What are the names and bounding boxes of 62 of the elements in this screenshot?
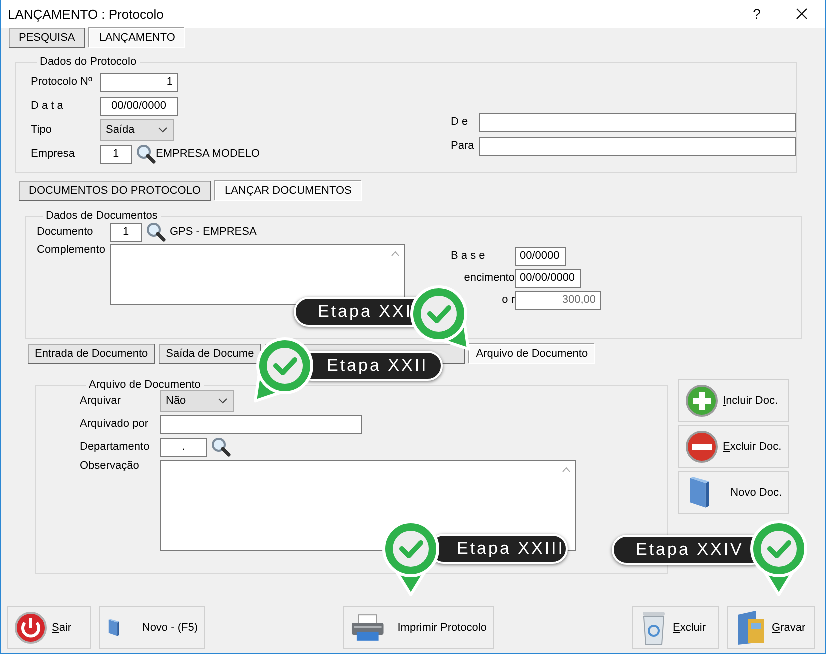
- group-label: Dados do Protocolo: [39, 56, 138, 68]
- input-field[interactable]: [160, 414, 362, 434]
- input-field[interactable]: 1: [110, 222, 142, 242]
- field-label: Tipo: [31, 124, 53, 136]
- input-field[interactable]: 00/0000: [515, 246, 566, 266]
- field-label: D a t a: [31, 100, 64, 112]
- text-area[interactable]: [110, 244, 405, 305]
- field-label: Documento: [37, 226, 94, 238]
- power-icon: [14, 610, 48, 644]
- dropdown[interactable]: Saída: [100, 119, 174, 141]
- field-label: Arquivar: [80, 395, 122, 407]
- search-icon: [136, 144, 156, 164]
- tab[interactable]: Saída de Docume: [159, 344, 262, 364]
- tab[interactable]: Entrada de Documento: [28, 344, 156, 364]
- tab[interactable]: Arquivo de Documento: [469, 344, 596, 364]
- button[interactable]: Excluir Doc.: [678, 425, 789, 468]
- field-label: encimento: [463, 272, 515, 284]
- button[interactable]: Gravar: [727, 606, 815, 649]
- scroll-up-icon: [391, 251, 400, 256]
- group-label: Dados de Documentos: [45, 210, 159, 222]
- group-label: Arquivo de Documento: [88, 379, 202, 391]
- plus-icon: [685, 384, 719, 418]
- button[interactable]: Excluir: [632, 606, 719, 649]
- button[interactable]: Incluir Doc.: [678, 379, 789, 422]
- caret-icon: [218, 398, 228, 404]
- button[interactable]: Sair: [7, 606, 91, 649]
- button[interactable]: Imprimir Protocolo: [343, 606, 494, 649]
- field-label: Departamento: [80, 441, 151, 453]
- field-label: Protocolo Nº: [31, 76, 94, 88]
- minus-icon: [685, 430, 719, 464]
- window-title: LANÇAMENTO : Protocolo: [8, 6, 165, 22]
- field-label: D e: [451, 116, 470, 128]
- field-label: Empresa: [31, 148, 76, 160]
- field-label: Observação: [80, 460, 140, 472]
- input-field[interactable]: 1: [100, 144, 132, 164]
- tab[interactable]: DOCUMENTOS DO PROTOCOLO: [19, 181, 211, 201]
- help-button[interactable]: ?: [735, 6, 779, 22]
- search-icon: [211, 437, 231, 457]
- input-field[interactable]: 00/00/0000: [515, 268, 581, 288]
- tab[interactable]: PESQUISA: [9, 28, 86, 48]
- tab[interactable]: LANÇAR DOCUMENTOS: [214, 181, 362, 201]
- button[interactable]: Novo Doc.: [678, 471, 789, 514]
- input-field[interactable]: 00/00/0000: [100, 96, 178, 116]
- input-field[interactable]: 1: [100, 72, 178, 92]
- field-label: Para: [451, 140, 476, 152]
- input-field[interactable]: [479, 136, 796, 156]
- button[interactable]: Novo - (F5): [99, 606, 205, 649]
- lookup-text: GPS - EMPRESA: [170, 226, 257, 238]
- scroll-up-icon: [562, 467, 571, 472]
- field-label: o r: [501, 294, 515, 306]
- search-icon: [146, 222, 166, 242]
- printer-icon: [350, 612, 386, 642]
- caret-icon: [158, 127, 168, 133]
- close-icon: [796, 8, 808, 20]
- lookup-text: EMPRESA MODELO: [156, 148, 260, 160]
- field-label: Complemento: [37, 244, 106, 256]
- field-label: B a s e: [451, 250, 486, 262]
- input-field[interactable]: [479, 112, 796, 132]
- dropdown[interactable]: Não: [160, 390, 234, 412]
- field-label: Arquivado por: [80, 418, 150, 430]
- input-field[interactable]: .: [160, 438, 207, 456]
- tab[interactable]: LANÇAMENTO: [89, 28, 186, 48]
